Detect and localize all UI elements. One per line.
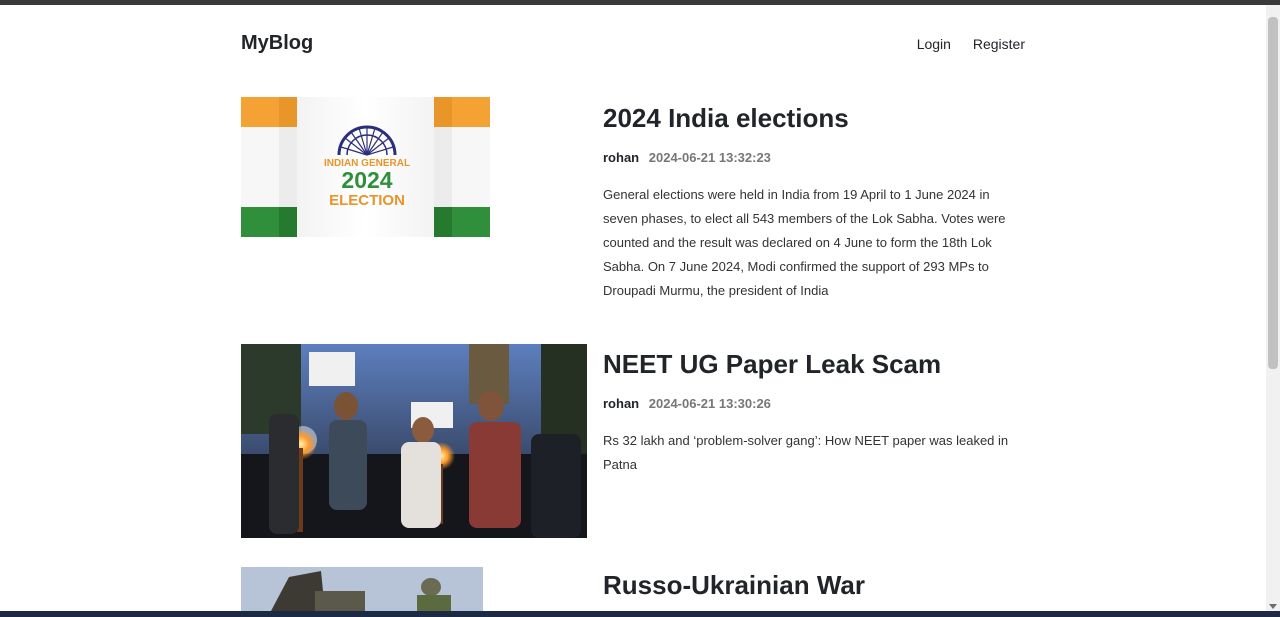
- post-image-election[interactable]: INDIAN GENERAL 2024 ELECTION: [241, 97, 490, 237]
- war-photo-graphic: [241, 567, 483, 611]
- scroll-down-arrow-icon[interactable]: [1269, 604, 1277, 609]
- post-date: 2024-06-21 13:30:26: [648, 396, 771, 411]
- post-content: 2024 India elections rohan 2024-06-21 13…: [603, 97, 1023, 303]
- browser-top-edge: [0, 0, 1280, 5]
- post-date: 2024-06-21 13:32:23: [648, 150, 771, 165]
- post-content: Russo-Ukrainian War: [603, 567, 1023, 603]
- post-title[interactable]: NEET UG Paper Leak Scam: [603, 346, 1023, 382]
- svg-text:2024: 2024: [341, 167, 392, 193]
- main-nav: Login Register: [899, 36, 1025, 52]
- protest-photo-graphic: [241, 344, 587, 538]
- post-excerpt: Rs 32 lakh and ‘problem-solver gang’: Ho…: [603, 433, 1009, 472]
- post-title[interactable]: Russo-Ukrainian War: [603, 567, 1023, 603]
- post-card: INDIAN GENERAL 2024 ELECTION 2024 India …: [241, 97, 1025, 317]
- os-taskbar-edge: [0, 611, 1280, 617]
- election-banner-graphic: INDIAN GENERAL 2024 ELECTION: [241, 97, 490, 237]
- site-header: MyBlog Login Register: [241, 30, 1025, 60]
- post-excerpt: General elections were held in India fro…: [603, 187, 1006, 298]
- post-meta: rohan 2024-06-21 13:32:23: [603, 150, 1023, 165]
- post-author: rohan: [603, 150, 640, 165]
- site-brand[interactable]: MyBlog: [241, 32, 313, 55]
- post-image-war[interactable]: [241, 567, 483, 611]
- scrollbar-thumb[interactable]: [1268, 17, 1278, 369]
- svg-text:ELECTION: ELECTION: [329, 192, 405, 209]
- post-image-neet-protest[interactable]: [241, 344, 587, 538]
- login-link[interactable]: Login: [917, 36, 951, 52]
- post-meta: rohan 2024-06-21 13:30:26: [603, 396, 1023, 411]
- post-card: NEET UG Paper Leak Scam rohan 2024-06-21…: [241, 344, 1025, 539]
- post-content: NEET UG Paper Leak Scam rohan 2024-06-21…: [603, 344, 1023, 477]
- post-author: rohan: [603, 396, 640, 411]
- post-title[interactable]: 2024 India elections: [603, 100, 1023, 136]
- post-card: Russo-Ukrainian War: [241, 567, 1025, 611]
- page-scrollbar[interactable]: [1266, 5, 1280, 611]
- register-link[interactable]: Register: [973, 36, 1025, 52]
